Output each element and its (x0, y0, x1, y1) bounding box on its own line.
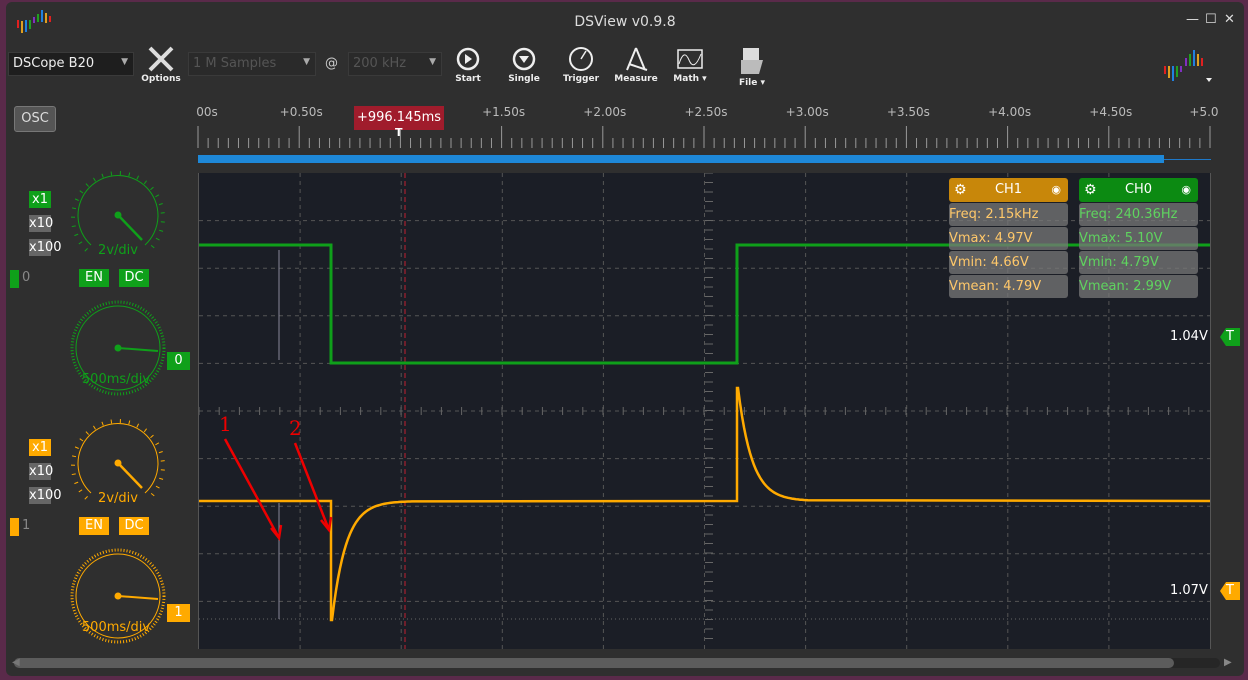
enable-button[interactable]: EN (79, 269, 109, 287)
hdiv-label: 500ms/div (81, 620, 151, 635)
ruler-ticks (197, 126, 1211, 148)
measure-row: Vmax: 4.97V (949, 227, 1068, 250)
annotation-arrow (223, 438, 281, 539)
probe-x10-button[interactable]: x10 (29, 463, 53, 480)
coupling-dc-button[interactable]: DC (119, 517, 149, 535)
hdiv-label: 500ms/div (81, 372, 151, 387)
measure-row: Vmin: 4.66V (949, 251, 1068, 274)
measure-row: Vmax: 5.10V (1079, 227, 1198, 250)
channel-id-label: 1 (22, 518, 31, 533)
measure-channel-name: CH1 (994, 182, 1023, 197)
measure-panel-header[interactable]: ⚙ CH0 ◉ (1079, 178, 1198, 202)
measure-panel-ch0: ⚙ CH0 ◉ Freq: 240.36Hz Vmax: 5.10V Vmin: 4.79… (1079, 178, 1198, 298)
trigger-level-marker[interactable]: T (1220, 328, 1240, 346)
annotation-label: 2 (289, 416, 302, 440)
probe-x100-button[interactable]: x100 (29, 239, 62, 256)
measure-row: Freq: 240.36Hz (1079, 203, 1198, 226)
measure-row: Vmin: 4.79V (1079, 251, 1198, 274)
probe-x100-button[interactable]: x100 (29, 487, 62, 504)
coupling-dc-button[interactable]: DC (119, 269, 149, 287)
channel-offset-marker[interactable]: 0 (167, 352, 190, 370)
dsview-window: DSView v0.9.8 — ☐ ✕ DSCope B20 ▼ Options … (6, 2, 1244, 676)
gear-icon[interactable]: ⚙ (954, 178, 967, 202)
probe-x10-button[interactable]: x10 (29, 215, 53, 232)
measure-row: Freq: 2.15kHz (949, 203, 1068, 226)
scroll-left-arrow-icon[interactable]: ◀ (12, 657, 20, 668)
channel-color-swatch[interactable] (10, 518, 19, 536)
gear-icon[interactable]: ⚙ (1084, 178, 1097, 202)
channel-id-label: 0 (22, 270, 31, 285)
horizontal-scrollbar[interactable] (14, 658, 1220, 668)
channel-color-swatch[interactable] (10, 270, 19, 288)
eye-icon[interactable]: ◉ (1051, 178, 1061, 202)
trigger-level-label: 1.04V (1170, 329, 1208, 344)
trigger-cursor-mark[interactable]: T (395, 126, 403, 139)
enable-button[interactable]: EN (79, 517, 109, 535)
capture-progress-bar (198, 155, 1164, 163)
trigger-level-label: 1.07V (1170, 583, 1208, 598)
channel-offset-marker[interactable]: 1 (167, 604, 190, 622)
measure-row: Vmean: 4.79V (949, 275, 1068, 298)
trigger-level-marker[interactable]: T (1220, 582, 1240, 600)
scrollbar-thumb[interactable] (14, 658, 1174, 668)
scroll-right-arrow-icon[interactable]: ▶ (1224, 657, 1232, 668)
measure-panel-header[interactable]: ⚙ CH1 ◉ (949, 178, 1068, 202)
probe-x1-button[interactable]: x1 (29, 191, 51, 208)
vdiv-label: 2v/div (98, 243, 138, 258)
measure-panel-ch1: ⚙ CH1 ◉ Freq: 2.15kHz Vmax: 4.97V Vmin: 4.66V… (949, 178, 1068, 298)
measure-row: Vmean: 2.99V (1079, 275, 1198, 298)
annotation-label: 1 (219, 412, 232, 436)
measure-channel-name: CH0 (1124, 182, 1153, 197)
eye-icon[interactable]: ◉ (1181, 178, 1191, 202)
vdiv-label: 2v/div (98, 491, 138, 506)
probe-x1-button[interactable]: x1 (29, 439, 51, 456)
